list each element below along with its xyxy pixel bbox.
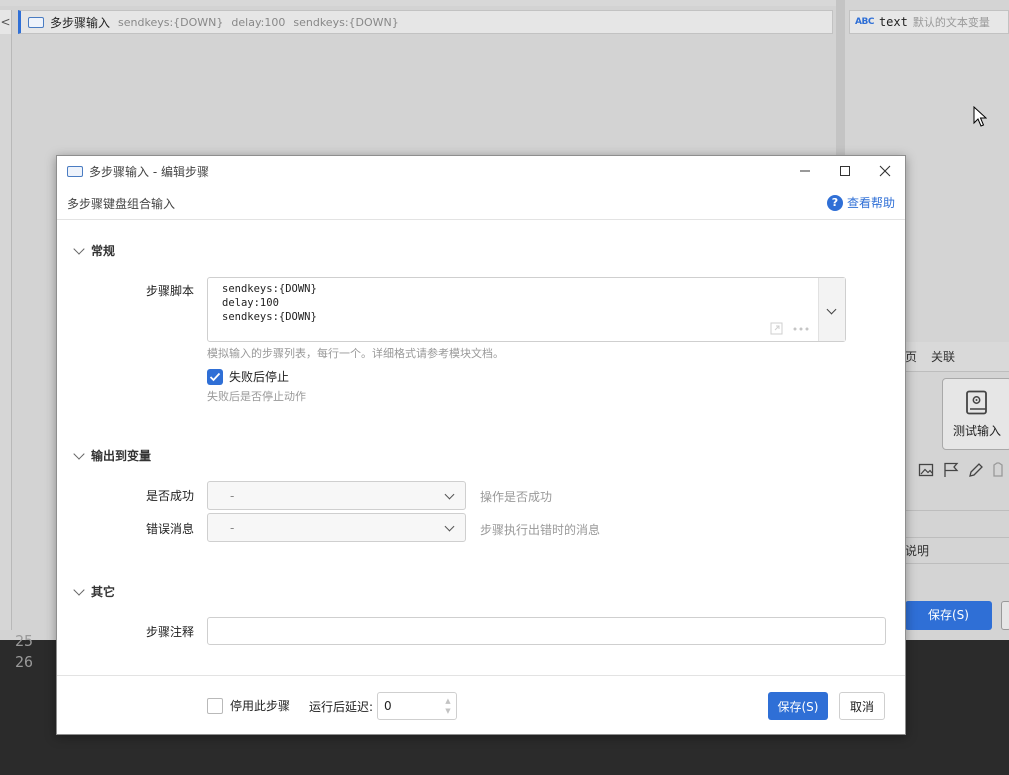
step-detail: sendkeys:{DOWN} xyxy=(293,15,399,29)
variable-name: text xyxy=(878,15,908,29)
variable-description: 默认的文本变量 xyxy=(912,16,990,29)
right-panel-row xyxy=(905,510,1009,538)
chevron-down-icon xyxy=(444,489,455,500)
disable-step-label: 停用此步骤 xyxy=(230,699,291,713)
dialog-footer: 停用此步骤 运行后延迟: 0 ▲ ▼ 保存(S) 取消 xyxy=(57,675,905,735)
select-value: - xyxy=(230,488,235,503)
stop-on-fail-label: 失败后停止 xyxy=(229,370,290,384)
section-other-header[interactable]: 其它 xyxy=(73,583,116,600)
close-button[interactable] xyxy=(865,156,905,186)
expand-icon[interactable] xyxy=(770,322,783,335)
module-card-label: 测试输入 xyxy=(952,423,1001,438)
select-value: - xyxy=(230,520,235,535)
delay-label: 运行后延迟: xyxy=(309,700,374,714)
section-general-header[interactable]: 常规 xyxy=(73,242,116,259)
image-icon[interactable] xyxy=(918,462,934,478)
dialog-title: 多步骤输入 - 编辑步骤 xyxy=(89,164,209,179)
right-panel-toolbar xyxy=(918,460,1009,480)
chevron-down-icon xyxy=(444,521,455,532)
delay-input[interactable]: 0 ▲ ▼ xyxy=(377,692,457,720)
note-label: 步骤注释 xyxy=(145,625,194,639)
pen-icon[interactable] xyxy=(968,462,984,478)
edit-step-dialog: 多步骤输入 - 编辑步骤 多步骤键盘组合输入 ? 查看帮助 常规 步骤脚本 se… xyxy=(56,155,906,735)
maximize-icon xyxy=(840,166,850,176)
step-detail: sendkeys:{DOWN} xyxy=(118,15,224,29)
error-variable-select[interactable]: - xyxy=(207,513,466,542)
section-title: 其它 xyxy=(91,585,116,599)
section-title: 输出到变量 xyxy=(91,449,152,463)
workflow-step-row[interactable]: 多步骤输入 sendkeys:{DOWN} delay:100 sendkeys… xyxy=(18,10,833,34)
tab-relations[interactable]: 关联 xyxy=(931,348,955,365)
keyboard-icon xyxy=(67,165,83,177)
dialog-titlebar[interactable]: 多步骤输入 - 编辑步骤 xyxy=(57,156,905,186)
line-number: 25 xyxy=(15,632,34,650)
spinner-icon[interactable]: ▲ ▼ xyxy=(443,696,453,716)
right-panel-tabs: 页 关联 xyxy=(905,342,1009,372)
flag-icon[interactable] xyxy=(942,462,960,478)
script-label: 步骤脚本 xyxy=(145,284,194,298)
dialog-subheader: 多步骤键盘组合输入 ? 查看帮助 xyxy=(57,186,905,220)
panel-extra-button[interactable] xyxy=(1001,601,1009,630)
section-output-header[interactable]: 输出到变量 xyxy=(73,447,152,464)
disable-step-checkbox[interactable]: 停用此步骤 xyxy=(207,697,290,714)
chevron-down-icon xyxy=(73,242,85,255)
script-dropdown-toggle[interactable] xyxy=(818,278,845,341)
minimize-icon xyxy=(800,170,810,172)
panel-save-button[interactable]: 保存(S) xyxy=(905,601,992,630)
keyboard-icon xyxy=(28,16,44,28)
chevron-down-icon xyxy=(73,447,85,460)
right-panel-description-label: 说明 xyxy=(905,538,1009,564)
save-button[interactable]: 保存(S) xyxy=(768,692,828,720)
error-label: 错误消息 xyxy=(145,522,194,536)
minimize-button[interactable] xyxy=(785,156,825,186)
checkbox-checked-icon[interactable] xyxy=(207,368,223,385)
text-type-icon: ABC xyxy=(855,17,874,27)
success-label: 是否成功 xyxy=(145,489,194,503)
stop-on-fail-checkbox[interactable]: 失败后停止 xyxy=(207,368,289,385)
error-hint: 步骤执行出错时的消息 xyxy=(480,523,601,537)
delay-value: 0 xyxy=(384,699,392,713)
help-icon: ? xyxy=(826,194,843,211)
shirt-icon[interactable] xyxy=(992,462,1004,478)
maximize-button[interactable] xyxy=(825,156,865,186)
cancel-button[interactable]: 取消 xyxy=(839,692,885,720)
success-variable-select[interactable]: - xyxy=(207,481,466,510)
script-tools xyxy=(770,322,810,335)
help-label: 查看帮助 xyxy=(846,196,895,210)
help-link[interactable]: ? 查看帮助 xyxy=(826,194,895,211)
variable-row[interactable]: ABC text 默认的文本变量 xyxy=(849,10,1009,34)
script-text[interactable]: sendkeys:{DOWN} delay:100 sendkeys:{DOWN… xyxy=(222,282,317,324)
script-editor[interactable]: sendkeys:{DOWN} delay:100 sendkeys:{DOWN… xyxy=(207,277,846,342)
book-gear-icon xyxy=(966,390,987,414)
more-icon[interactable] xyxy=(792,326,810,332)
section-title: 常规 xyxy=(91,244,116,258)
script-hint: 模拟输入的步骤列表，每行一个。详细格式请参考模块文档。 xyxy=(207,347,504,360)
chevron-down-icon xyxy=(73,583,85,596)
step-note-input[interactable] xyxy=(207,617,886,645)
stop-on-fail-hint: 失败后是否停止动作 xyxy=(207,390,306,403)
left-panel-edge xyxy=(0,34,12,630)
step-detail: delay:100 xyxy=(231,15,286,29)
close-icon xyxy=(879,165,891,177)
success-hint: 操作是否成功 xyxy=(480,490,553,504)
step-name: 多步骤输入 xyxy=(50,15,111,30)
line-number: 26 xyxy=(15,653,34,671)
tab-page[interactable]: 页 xyxy=(905,348,917,365)
mouse-cursor-icon xyxy=(973,106,987,127)
module-card[interactable]: 测试输入 xyxy=(942,378,1009,450)
collapse-left-button[interactable]: < xyxy=(0,10,12,34)
checkbox-unchecked-icon[interactable] xyxy=(207,697,223,714)
chevron-down-icon xyxy=(826,304,837,315)
dialog-subtitle: 多步骤键盘组合输入 xyxy=(67,197,176,211)
